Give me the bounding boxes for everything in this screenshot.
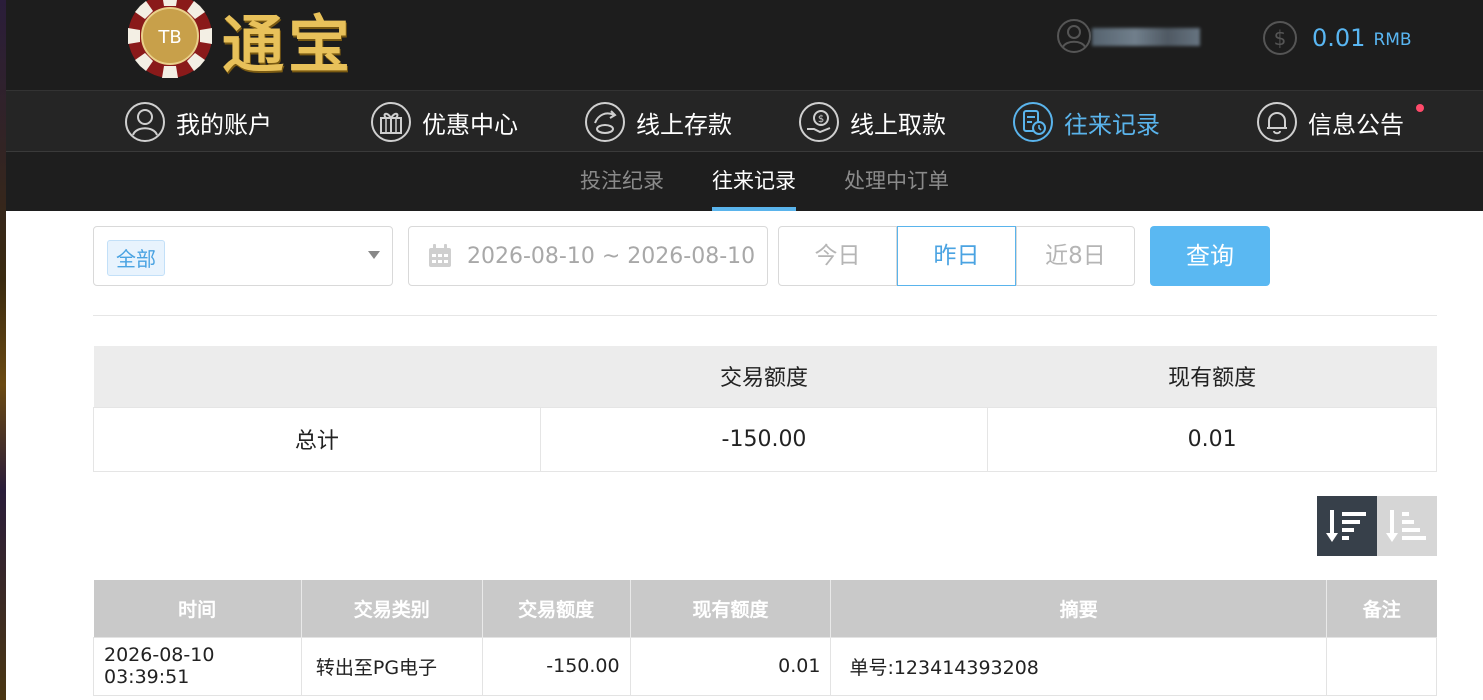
nav-item-my-account[interactable]: 我的账户 bbox=[124, 91, 272, 153]
quick-date-buttons: 今日 昨日 近8日 bbox=[778, 226, 1135, 286]
gift-icon bbox=[371, 102, 411, 142]
user-circle-icon bbox=[125, 102, 165, 142]
calendar-icon bbox=[429, 244, 451, 267]
selected-type-tag: 全部 bbox=[107, 240, 165, 276]
records-table: 时间 交易类别 交易额度 现有额度 摘要 备注 2026-08-10 03:39… bbox=[93, 580, 1437, 696]
username-redacted bbox=[1092, 28, 1200, 46]
nav-item-withdraw[interactable]: $ 线上取款 bbox=[798, 91, 946, 153]
records-header-row: 时间 交易类别 交易额度 现有额度 摘要 备注 bbox=[93, 580, 1437, 637]
summary-cell: -150.00 bbox=[539, 406, 989, 472]
query-button[interactable]: 查询 bbox=[1150, 226, 1270, 286]
last-8-days-button[interactable]: 近8日 bbox=[1016, 226, 1135, 286]
poker-chip-logo-icon: TB bbox=[128, 0, 212, 78]
summary-header-row: 交易额度 现有额度 bbox=[93, 346, 1437, 407]
date-range-picker[interactable]: 2026-08-10 ~ 2026-08-10 bbox=[408, 226, 768, 286]
divider bbox=[93, 315, 1437, 316]
cell-type: 转出至PG电子 bbox=[300, 636, 483, 696]
bell-icon bbox=[1257, 102, 1297, 142]
nav-item-label: 线上存款 bbox=[636, 110, 732, 139]
logo-badge-text: TB bbox=[157, 27, 181, 48]
site-logo[interactable]: TB 通宝 bbox=[126, 0, 366, 82]
subtab-label: 往来记录 bbox=[712, 169, 796, 193]
transaction-type-select[interactable]: 全部 bbox=[93, 226, 393, 286]
nav-item-label: 往来记录 bbox=[1064, 110, 1160, 139]
column-header-type: 交易类别 bbox=[301, 580, 483, 637]
deposit-icon bbox=[585, 102, 625, 142]
cell-amount: -150.00 bbox=[481, 636, 631, 696]
column-header-balance: 现有额度 bbox=[630, 580, 832, 637]
nav-item-promotions[interactable]: 优惠中心 bbox=[370, 91, 518, 153]
today-button[interactable]: 今日 bbox=[778, 226, 897, 286]
cell-summary: 单号:123414393208 bbox=[830, 636, 1328, 696]
summary-header-cell: 交易额度 bbox=[540, 346, 988, 407]
table-row: 2026-08-10 03:39:51 转出至PG电子 -150.00 0.01… bbox=[93, 636, 1437, 696]
subtab-bet-records[interactable]: 投注纪录 bbox=[580, 152, 664, 211]
column-header-amount: 交易额度 bbox=[482, 580, 631, 637]
yesterday-button[interactable]: 昨日 bbox=[897, 226, 1016, 286]
summary-header-cell: 现有额度 bbox=[987, 346, 1437, 407]
chevron-down-icon bbox=[368, 251, 380, 259]
column-header-time: 时间 bbox=[93, 580, 302, 637]
cell-remark bbox=[1326, 636, 1437, 696]
nav-item-label: 优惠中心 bbox=[422, 110, 518, 139]
svg-text:$: $ bbox=[818, 114, 824, 125]
cell-balance: 0.01 bbox=[629, 636, 832, 696]
nav-item-deposit[interactable]: 线上存款 bbox=[584, 91, 732, 153]
subtab-pending-orders[interactable]: 处理中订单 bbox=[844, 152, 949, 211]
user-account[interactable] bbox=[1056, 18, 1206, 58]
column-header-remark: 备注 bbox=[1326, 580, 1437, 637]
logo-wordmark: 通宝 bbox=[222, 8, 355, 81]
nav-item-records[interactable]: 往来记录 bbox=[1012, 91, 1160, 153]
nav-item-label: 我的账户 bbox=[176, 110, 272, 139]
date-range-text: 2026-08-10 ~ 2026-08-10 bbox=[467, 243, 756, 269]
subtab-transactions[interactable]: 往来记录 bbox=[712, 152, 796, 211]
nav-item-announcements[interactable]: 信息公告 bbox=[1256, 91, 1404, 153]
summary-total-row: 总计 -150.00 0.01 bbox=[93, 406, 1437, 472]
nav-item-label: 线上取款 bbox=[850, 110, 946, 139]
main-content: 全部 2026-08-10 ~ 2026-08-10 今日 昨日 近8日 查询 … bbox=[6, 211, 1483, 700]
sort-ascending-icon bbox=[1386, 510, 1426, 542]
sort-toggle bbox=[1317, 496, 1437, 556]
sort-ascending-button[interactable] bbox=[1377, 496, 1437, 556]
sub-nav: 投注纪录 往来记录 处理中订单 bbox=[6, 152, 1483, 211]
summary-header-cell bbox=[93, 346, 541, 407]
svg-text:$: $ bbox=[1274, 26, 1287, 50]
balance-display: $ 0.01 RMB bbox=[1262, 18, 1412, 58]
column-header-summary: 摘要 bbox=[830, 580, 1328, 637]
notification-dot bbox=[1416, 104, 1424, 112]
dollar-coin-icon: $ bbox=[1263, 21, 1297, 55]
main-nav: 我的账户 优惠中心 线上存款 $ 线上取款 往来记录 信息公告 bbox=[6, 90, 1483, 152]
summary-table: 交易额度 现有额度 总计 -150.00 0.01 bbox=[93, 346, 1437, 472]
nav-item-label: 信息公告 bbox=[1308, 110, 1404, 139]
sort-descending-icon bbox=[1326, 510, 1366, 542]
summary-cell: 总计 bbox=[93, 406, 541, 472]
summary-cell: 0.01 bbox=[987, 406, 1437, 472]
records-icon bbox=[1013, 102, 1053, 142]
balance-currency: RMB bbox=[1373, 30, 1412, 50]
top-header: TB 通宝 $ 0.01 RMB bbox=[6, 0, 1483, 90]
cell-time: 2026-08-10 03:39:51 bbox=[93, 636, 302, 696]
withdraw-icon: $ bbox=[799, 102, 839, 142]
sort-descending-button[interactable] bbox=[1317, 496, 1377, 556]
balance-amount: 0.01 bbox=[1312, 24, 1366, 52]
user-avatar-icon bbox=[1057, 19, 1091, 53]
